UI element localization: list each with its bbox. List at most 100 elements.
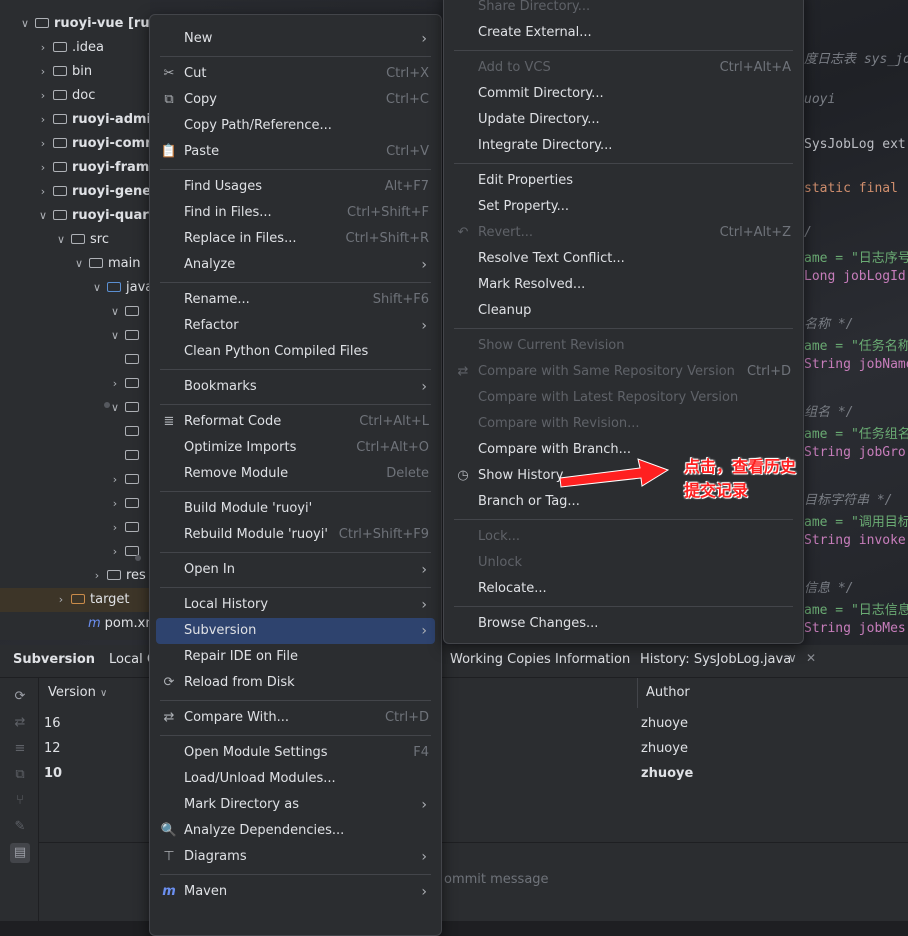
menu-item-local-history[interactable]: Local History › — [156, 592, 435, 618]
chevron-icon[interactable]: ∨ — [18, 12, 32, 36]
chevron-icon[interactable]: ∨ — [72, 252, 86, 276]
menu-item-relocate[interactable]: Relocate... — [450, 576, 797, 602]
menu-item-find-usages[interactable]: Find Usages Alt+F7 — [156, 174, 435, 200]
compare-icon[interactable]: ⇄ — [10, 713, 30, 733]
tree-node[interactable]: › ruoyi-admin — [36, 108, 160, 132]
chevron-icon[interactable]: › — [90, 564, 104, 588]
tree-node[interactable]: › — [108, 468, 144, 492]
menu-item-integrate-directory[interactable]: Integrate Directory... — [450, 133, 797, 159]
chevron-icon[interactable]: ∨ — [90, 276, 104, 300]
chevron-icon[interactable]: › — [108, 468, 122, 492]
tree-node[interactable]: ∨ java — [90, 276, 153, 300]
menu-item-bookmarks[interactable]: Bookmarks › — [156, 374, 435, 400]
menu-item-compare-with[interactable]: ⇄ Compare With... Ctrl+D — [156, 705, 435, 731]
tab-close-icon[interactable]: ✕ — [806, 651, 816, 665]
tree-node[interactable]: › doc — [36, 84, 96, 108]
menu-item-cleanup[interactable]: Cleanup — [450, 298, 797, 324]
menu-item-load-unload-modules[interactable]: Load/Unload Modules... — [156, 766, 435, 792]
copy-icon[interactable]: ⧉ — [10, 765, 30, 785]
chevron-icon[interactable]: ∨ — [108, 396, 122, 420]
chevron-icon[interactable]: ∨ — [36, 204, 50, 228]
author-column-header[interactable]: Author — [646, 685, 690, 700]
tree-node[interactable]: › ruoyi-comm — [36, 132, 159, 156]
clipboard-icon: 📋 — [160, 144, 178, 159]
menu-item-create-external[interactable]: Create External... — [450, 20, 797, 46]
chevron-icon[interactable]: › — [36, 180, 50, 204]
tree-node[interactable]: › — [108, 516, 144, 540]
menu-item-subversion[interactable]: Subversion › — [156, 618, 435, 644]
chevron-icon[interactable]: ∨ — [54, 228, 68, 252]
tree-node[interactable]: ∨ src — [54, 228, 109, 252]
tree-node[interactable]: › bin — [36, 60, 92, 84]
menu-item-refactor[interactable]: Refactor › — [156, 313, 435, 339]
tree-node[interactable]: ∨ — [108, 324, 144, 348]
menu-item-maven[interactable]: m Maven › — [156, 879, 435, 905]
menu-item-build-module-ruoyi[interactable]: Build Module 'ruoyi' — [156, 496, 435, 522]
chevron-icon[interactable]: › — [36, 132, 50, 156]
tab-working-copies[interactable]: Working Copies Information — [450, 652, 630, 667]
menu-item-reformat-code[interactable]: ≣ Reformat Code Ctrl+Alt+L — [156, 409, 435, 435]
tree-node[interactable]: › .idea — [36, 36, 104, 60]
menu-item-cut[interactable]: ✂ Cut Ctrl+X — [156, 61, 435, 87]
menu-item-rename[interactable]: Rename... Shift+F6 — [156, 287, 435, 313]
tree-node[interactable]: › — [108, 372, 144, 396]
menu-item-update-directory[interactable]: Update Directory... — [450, 107, 797, 133]
menu-item-resolve-text-conflict[interactable]: Resolve Text Conflict... — [450, 246, 797, 272]
menu-item-open-module-settings[interactable]: Open Module Settings F4 — [156, 740, 435, 766]
menu-item-replace-in-files[interactable]: Replace in Files... Ctrl+Shift+R — [156, 226, 435, 252]
tree-node[interactable]: ∨ main — [72, 252, 141, 276]
tree-node[interactable]: ∨ — [108, 396, 144, 420]
menu-item-new[interactable]: New › — [156, 26, 435, 52]
tree-node[interactable]: › ruoyi-genera — [36, 180, 167, 204]
refresh-icon[interactable]: ⟳ — [10, 687, 30, 707]
menu-item-clean-python-compiled-files[interactable]: Clean Python Compiled Files — [156, 339, 435, 365]
chevron-icon[interactable]: ∨ — [108, 300, 122, 324]
chevron-icon[interactable]: › — [108, 516, 122, 540]
filter-icon[interactable]: ≡ — [10, 739, 30, 759]
menu-item-edit-properties[interactable]: Edit Properties — [450, 168, 797, 194]
menu-item-repair-ide-on-file[interactable]: Repair IDE on File — [156, 644, 435, 670]
menu-item-find-in-files[interactable]: Find in Files... Ctrl+Shift+F — [156, 200, 435, 226]
chevron-icon[interactable]: › — [36, 60, 50, 84]
tree-node[interactable]: ∨ — [108, 300, 144, 324]
menu-item-diagrams[interactable]: ⊤ Diagrams › — [156, 844, 435, 870]
chevron-icon[interactable]: › — [108, 372, 122, 396]
menu-item-set-property[interactable]: Set Property... — [450, 194, 797, 220]
tree-node[interactable]: › res — [90, 564, 146, 588]
details-icon[interactable]: ▤ — [10, 843, 30, 863]
tree-node[interactable]: › target — [0, 588, 150, 612]
tab-history[interactable]: History: SysJobLog.java — [640, 652, 791, 667]
menu-item-browse-changes[interactable]: Browse Changes... — [450, 611, 797, 637]
branch-icon[interactable]: ⑂ — [10, 791, 30, 811]
tree-node[interactable] — [108, 420, 144, 444]
chevron-icon[interactable]: › — [36, 84, 50, 108]
menu-item-analyze[interactable]: Analyze › — [156, 252, 435, 278]
tab-subversion[interactable]: Subversion — [13, 652, 95, 667]
menu-item-copy[interactable]: ⧉ Copy Ctrl+C — [156, 87, 435, 113]
chevron-icon[interactable]: › — [36, 108, 50, 132]
chevron-icon[interactable]: › — [108, 540, 122, 564]
menu-item-optimize-imports[interactable]: Optimize Imports Ctrl+Alt+O — [156, 435, 435, 461]
menu-item-mark-directory-as[interactable]: Mark Directory as › — [156, 792, 435, 818]
chevron-icon[interactable]: › — [54, 588, 68, 612]
menu-item-rebuild-module-ruoyi[interactable]: Rebuild Module 'ruoyi' Ctrl+Shift+F9 — [156, 522, 435, 548]
tree-node[interactable]: › — [108, 492, 144, 516]
menu-item-copy-path-reference[interactable]: Copy Path/Reference... — [156, 113, 435, 139]
chevron-icon[interactable]: › — [108, 492, 122, 516]
menu-item-reload-from-disk[interactable]: ⟳ Reload from Disk — [156, 670, 435, 696]
tree-node[interactable] — [108, 348, 144, 372]
edit-icon[interactable]: ✎ — [10, 817, 30, 837]
menu-item-mark-resolved[interactable]: Mark Resolved... — [450, 272, 797, 298]
chevron-icon[interactable]: ∨ — [108, 324, 122, 348]
tab-dropdown-icon[interactable]: ∨ — [788, 651, 797, 665]
version-column-header[interactable]: Version ∨ — [48, 685, 107, 700]
chevron-icon[interactable]: › — [36, 156, 50, 180]
menu-item-open-in[interactable]: Open In › — [156, 557, 435, 583]
menu-item-paste[interactable]: 📋 Paste Ctrl+V — [156, 139, 435, 165]
chevron-icon[interactable]: › — [36, 36, 50, 60]
tree-node[interactable] — [108, 444, 144, 468]
menu-item-commit-directory[interactable]: Commit Directory... — [450, 81, 797, 107]
menu-item-remove-module[interactable]: Remove Module Delete — [156, 461, 435, 487]
tree-node[interactable]: ∨ ruoyi-quartz — [36, 204, 162, 228]
menu-item-analyze-dependencies[interactable]: 🔍 Analyze Dependencies... — [156, 818, 435, 844]
